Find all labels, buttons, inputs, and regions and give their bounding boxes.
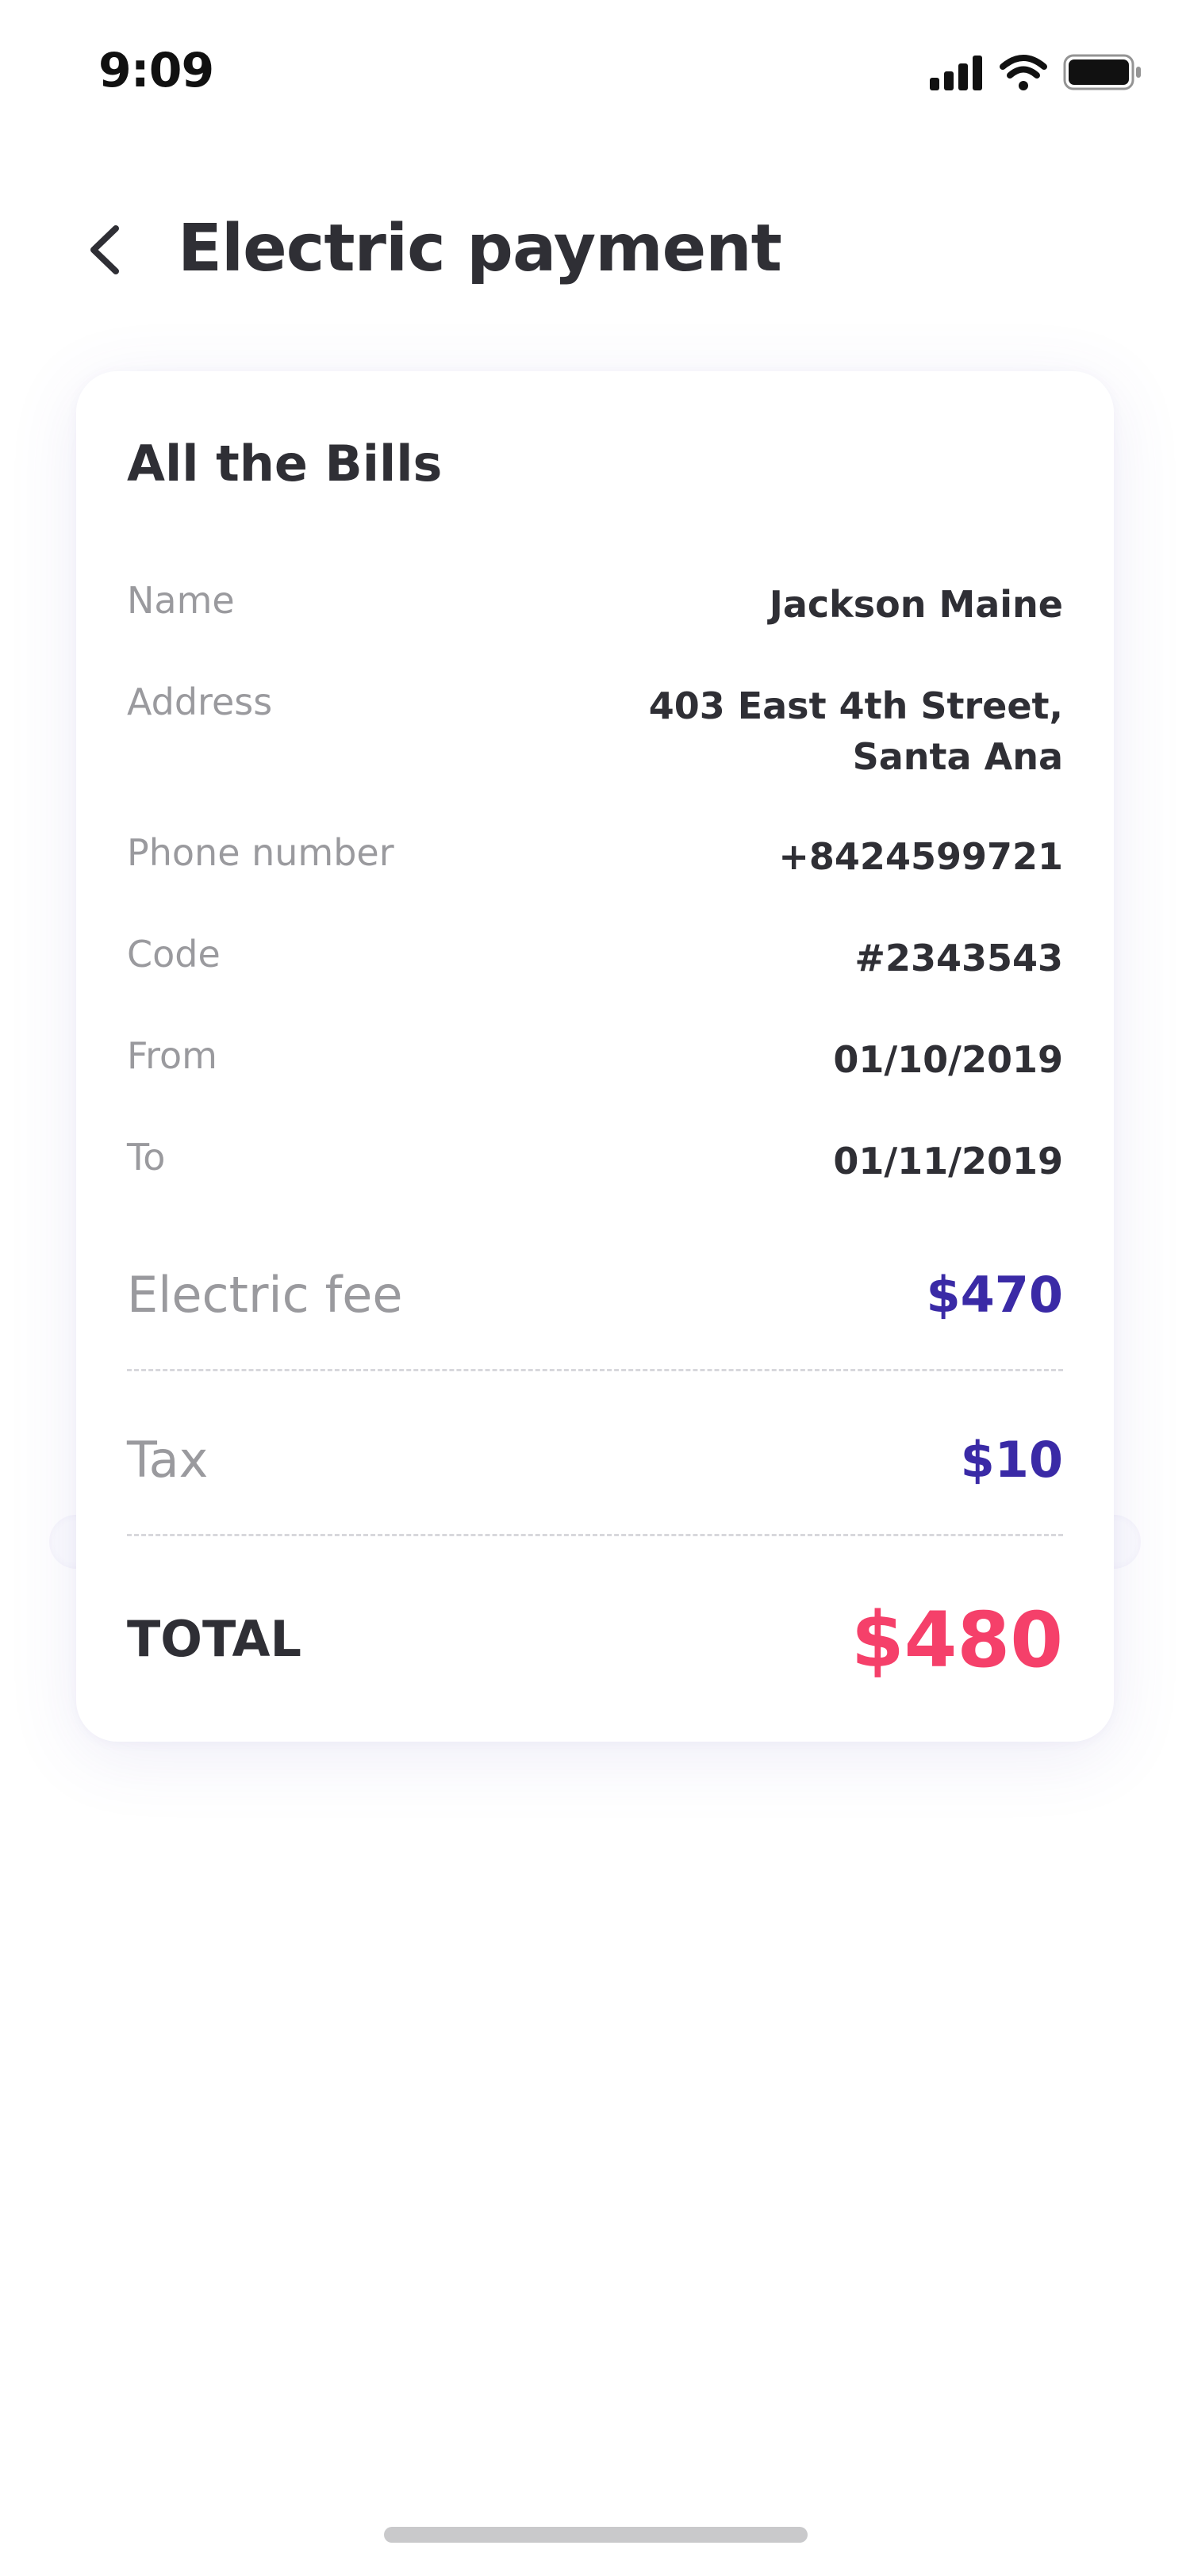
fee-row-tax: Tax $10 — [127, 1431, 1063, 1502]
page-title: Electric payment — [178, 211, 782, 286]
back-button[interactable] — [73, 216, 141, 284]
bill-card: All the Bills Name Jackson Maine Address… — [76, 371, 1114, 1742]
detail-row-to: To 01/11/2019 — [127, 1136, 1063, 1191]
fee-value: $470 — [926, 1266, 1063, 1324]
fee-row-electric: Electric fee $470 — [127, 1266, 1063, 1337]
fee-label: Tax — [127, 1431, 209, 1489]
battery-icon — [1063, 54, 1141, 90]
detail-value: 01/10/2019 — [833, 1038, 1063, 1081]
address-line-1: 403 East 4th Street, — [648, 684, 1063, 727]
detail-row-address: Address 403 East 4th Street, Santa Ana — [127, 680, 1063, 784]
dashed-divider — [127, 1534, 1063, 1536]
header: Electric payment — [0, 198, 1190, 301]
detail-value: 403 East 4th Street, Santa Ana — [649, 680, 1063, 782]
dashed-divider — [127, 1369, 1063, 1371]
chevron-left-icon — [90, 225, 119, 274]
detail-row-phone: Phone number +8424599721 — [127, 831, 1063, 887]
detail-row-code: Code #2343543 — [127, 933, 1063, 988]
detail-label: To — [127, 1136, 166, 1179]
fee-value: $10 — [960, 1431, 1063, 1489]
fee-label: Electric fee — [127, 1266, 403, 1324]
detail-label: From — [127, 1034, 217, 1077]
detail-label: Code — [127, 933, 221, 976]
wifi-icon — [1000, 55, 1047, 90]
signal-icon — [930, 56, 982, 90]
card-title: All the Bills — [127, 435, 443, 493]
status-bar: 9:09 — [0, 0, 1190, 143]
total-value: $480 — [850, 1596, 1063, 1685]
total-label: TOTAL — [127, 1610, 301, 1668]
detail-value: 01/11/2019 — [833, 1140, 1063, 1183]
detail-row-from: From 01/10/2019 — [127, 1034, 1063, 1090]
status-time: 9:09 — [98, 43, 214, 98]
detail-row-name: Name Jackson Maine — [127, 579, 1063, 634]
detail-label: Name — [127, 579, 235, 622]
detail-label: Address — [127, 680, 273, 723]
detail-value: #2343543 — [854, 937, 1063, 979]
detail-label: Phone number — [127, 831, 394, 874]
status-icons — [930, 51, 1144, 95]
home-indicator[interactable] — [384, 2527, 808, 2543]
address-line-2: Santa Ana — [852, 735, 1063, 778]
detail-value: +8424599721 — [778, 835, 1063, 878]
detail-value: Jackson Maine — [769, 583, 1063, 626]
